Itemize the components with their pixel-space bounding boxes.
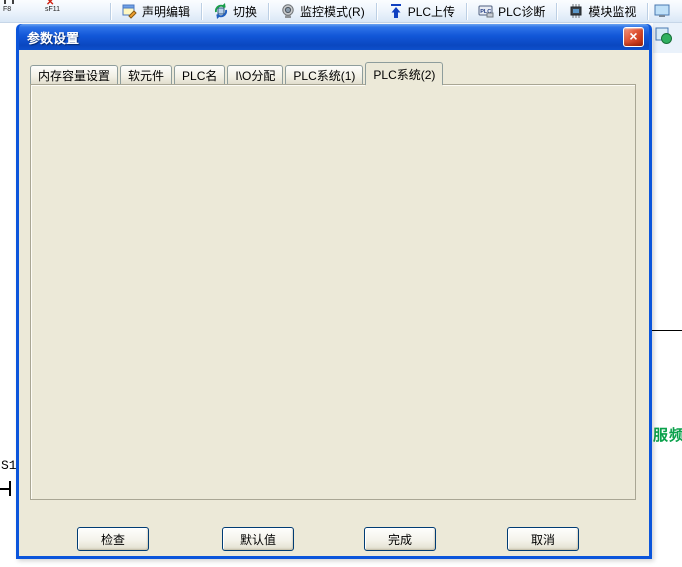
app-screen: F8 ✕ sF11 声明编辑 切换 [0, 0, 682, 567]
toolbar-caption: sF11 [45, 6, 60, 14]
project-data-icon[interactable] [655, 27, 673, 45]
main-toolbar: F8 ✕ sF11 声明编辑 切换 [0, 0, 682, 23]
cancel-button[interactable]: 取消 [507, 527, 579, 551]
toolbar-separator [268, 3, 269, 20]
switch-icon [213, 3, 229, 19]
tab-devices[interactable]: 软元件 [120, 65, 172, 85]
toolbar-separator [201, 3, 202, 20]
monitor-mode-icon [280, 3, 296, 19]
plc-upload-icon [388, 3, 404, 19]
toolbar-separator [466, 3, 467, 20]
toolbar-button-f8[interactable]: F8 [0, 0, 30, 23]
toolbar-button-label: 声明编辑 [142, 3, 190, 20]
toolbar-button-label: PLC诊断 [498, 3, 545, 20]
toolbar-separator [647, 3, 648, 20]
toolbar-separator [376, 3, 377, 20]
toolbar-partial-left: F8 ✕ sF11 [0, 0, 104, 23]
ladder-comment-text: 服频 [653, 424, 682, 445]
toolbar-button-label: 模块监视 [588, 3, 636, 20]
toolbar-button-plc-diagnostics[interactable]: PLC PLC诊断 [473, 1, 550, 22]
dialog-body: 内存容量设置 软元件 PLC名 I\O分配 PLC系统(1) PLC系统(2) … [19, 50, 649, 556]
tab-io-assignment[interactable]: I\O分配 [227, 65, 283, 85]
dialog-title: 参数设置 [24, 28, 79, 47]
module-monitor-icon [568, 3, 584, 19]
toolbar-caption: F8 [3, 6, 11, 14]
tab-plc-system-1[interactable]: PLC系统(1) [285, 65, 363, 85]
statement-edit-icon [122, 3, 138, 19]
plc-diagnostics-icon: PLC [478, 3, 494, 19]
toolbar-button-switch[interactable]: 切换 [208, 1, 262, 22]
tab-plc-system-2[interactable]: PLC系统(2) [365, 62, 443, 85]
tab-plc-name[interactable]: PLC名 [174, 65, 225, 85]
toolbar-button-statement-edit[interactable]: 声明编辑 [117, 1, 195, 22]
dialog-titlebar[interactable]: 参数设置 × [19, 24, 649, 50]
check-button[interactable]: 检查 [77, 527, 149, 551]
parameter-settings-dialog: 参数设置 × 内存容量设置 软元件 PLC名 I\O分配 PLC系统(1) PL… [16, 24, 652, 559]
finish-button[interactable]: 完成 [364, 527, 436, 551]
toolbar-separator [556, 3, 557, 20]
ladder-contact-icon [4, 0, 14, 4]
ladder-device-label: S1 [1, 458, 17, 473]
close-button[interactable]: × [623, 27, 644, 47]
toolbar-button-label: 监控模式(R) [300, 3, 365, 20]
default-button[interactable]: 默认值 [222, 527, 294, 551]
tab-memory-capacity[interactable]: 内存容量设置 [30, 65, 118, 85]
toolbar-button-label: PLC上传 [408, 3, 455, 20]
toolbar-button-sf11[interactable]: ✕ sF11 [42, 0, 72, 23]
ladder-rung-line [652, 330, 682, 331]
tab-strip: 内存容量设置 软元件 PLC名 I\O分配 PLC系统(1) PLC系统(2) [30, 62, 445, 85]
toolbar-button-module-monitor[interactable]: 模块监视 [563, 1, 641, 22]
toolbar-button-plc-upload[interactable]: PLC上传 [383, 1, 460, 22]
window-monitor-icon[interactable] [654, 4, 672, 19]
toolbar-button-monitor-mode[interactable]: 监控模式(R) [275, 1, 370, 22]
tab-page-plc-system-2 [30, 84, 636, 500]
right-dock-panel [653, 23, 682, 53]
toolbar-button-label: 切换 [233, 3, 257, 20]
toolbar-separator [110, 3, 111, 20]
ladder-line [9, 481, 11, 496]
